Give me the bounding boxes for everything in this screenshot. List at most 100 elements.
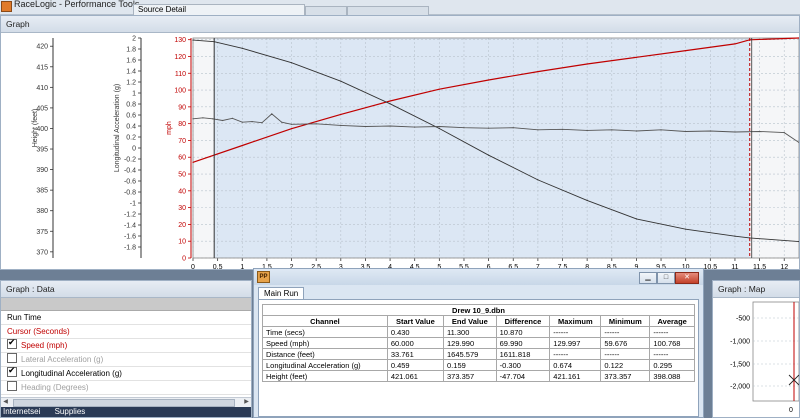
taskbar-item[interactable]: Internetsei	[3, 407, 40, 416]
taskbar: Internetsei Supplies	[1, 407, 251, 417]
y-tick-label: 50	[178, 172, 186, 179]
map-x-tick-label: 0	[789, 407, 793, 414]
series-point	[685, 228, 687, 230]
stats-cell: -47.704	[495, 370, 551, 382]
stats-cell: 398.088	[649, 370, 695, 382]
scroll-left-arrow-icon[interactable]: ◀	[1, 398, 10, 407]
graph-panel-title: Graph	[1, 16, 799, 33]
series-point	[709, 130, 711, 132]
data-horizontal-scrollbar[interactable]: ◀ ▶	[1, 397, 251, 407]
x-tick-label: 12	[780, 264, 788, 270]
series-point	[389, 100, 391, 102]
tab-hidden-1[interactable]	[305, 6, 347, 15]
map-y-tick-label: -1,000	[730, 339, 750, 346]
tab-source-detail[interactable]: Source Detail	[133, 4, 305, 15]
series-point	[271, 113, 273, 115]
data-channel-row[interactable]: Speed (mph)	[1, 336, 251, 353]
series-point	[212, 118, 214, 120]
channel-checkbox[interactable]	[7, 364, 17, 377]
stats-window: PP ▁ □ ✕ Main Run Drew 10_9.dbn Channel S…	[253, 268, 704, 418]
y-tick-label: 20	[178, 222, 186, 229]
data-channel-row[interactable]: Cursor (Seconds)	[1, 325, 251, 339]
series-point	[290, 62, 293, 64]
channel-checkbox[interactable]	[7, 381, 17, 391]
minimize-button[interactable]: ▁	[639, 272, 657, 284]
graph-map-title: Graph : Map	[713, 281, 799, 298]
series-point	[488, 79, 490, 81]
tab-hidden-2[interactable]	[347, 6, 429, 15]
y-tick-label: 30	[178, 205, 186, 212]
stats-cell: 10.870	[495, 326, 551, 338]
y-tick-label: 385	[36, 188, 48, 195]
series-point	[488, 127, 490, 129]
channel-label: Heading (Degrees)	[21, 383, 89, 392]
y-tick-label: 90	[178, 104, 186, 111]
y-tick-label: -0.4	[124, 168, 136, 175]
channel-label: Longitudinal Acceleration (g)	[21, 369, 122, 378]
series-point	[340, 124, 342, 126]
y-tick-label: -0.2	[124, 157, 136, 164]
stats-rows: Time (secs) 0.430 11.300 10.870 ------ ------…	[262, 326, 695, 382]
y-tick-label: 380	[36, 208, 48, 215]
y-tick-label: 80	[178, 121, 186, 128]
stats-cell: Distance (feet)	[262, 348, 388, 360]
stats-cell: ------	[600, 326, 651, 338]
series-point	[241, 121, 243, 123]
series-point	[389, 125, 391, 127]
y-tick-label: 10	[178, 239, 186, 246]
y-tick-label: 1.2	[126, 80, 136, 87]
y-tick-label: 40	[178, 188, 186, 195]
series-point	[635, 56, 638, 58]
stats-row: Longitudinal Acceleration (g) 0.459 0.159-…	[262, 359, 695, 371]
x-tick-label: 0.5	[213, 264, 223, 270]
map-chart[interactable]: -500 -1,000 -1,500 -2,000 0	[713, 298, 799, 418]
maximize-button[interactable]: □	[657, 272, 675, 284]
series-point	[222, 119, 224, 122]
tab-source-detail-label: Source Detail	[138, 5, 187, 14]
stats-cell: 33.761	[386, 348, 445, 360]
series-point	[660, 129, 662, 131]
stats-cell: 0.295	[649, 359, 695, 371]
data-channel-row[interactable]: Heading (Degrees)	[1, 381, 251, 395]
graph-chart[interactable]: 0 0.5 1 1.5 2 2.5 3 3.5 4 4.5 5 5.5 6 6.5 7 7.5 8 8.5 9 9.5…	[1, 33, 799, 270]
data-channel-row[interactable]: Lateral Acceleration (g)	[1, 353, 251, 367]
stats-cell: Speed (mph)	[262, 337, 388, 349]
stats-window-titlebar[interactable]: PP ▁ □ ✕	[254, 269, 703, 285]
x-tick-label: 11	[731, 264, 738, 270]
y-tick-label: 1.8	[126, 47, 136, 54]
y-tick-label: 100	[174, 88, 186, 95]
series-point	[340, 113, 342, 115]
y-tick-label: 0.6	[126, 113, 136, 120]
series-point	[537, 71, 539, 73]
y-tick-label: -1.8	[124, 245, 136, 252]
series-point	[734, 235, 736, 237]
scroll-right-arrow-icon[interactable]: ▶	[242, 398, 251, 407]
stats-cell: 100.768	[649, 337, 695, 349]
taskbar-item[interactable]: Supplies	[55, 407, 86, 416]
scroll-thumb[interactable]	[13, 399, 235, 407]
y-tick-label: 0	[132, 146, 136, 153]
stats-cell: 69.990	[495, 337, 551, 349]
series-point	[783, 132, 785, 134]
series-point	[561, 128, 564, 130]
stats-cell: ------	[649, 326, 695, 338]
y-tick-label: 1.4	[126, 69, 136, 76]
channel-checkbox[interactable]	[7, 336, 17, 349]
data-channel-row[interactable]: Longitudinal Acceleration (g)	[1, 364, 251, 381]
y-axis-label: Height (feet)	[32, 109, 39, 148]
series-point	[414, 126, 416, 128]
stats-cell: 0.122	[600, 359, 651, 371]
x-tick-label: 10.5	[704, 264, 718, 270]
series-point	[364, 125, 366, 128]
close-button[interactable]: ✕	[675, 272, 699, 284]
stats-cell: 421.061	[386, 370, 445, 382]
data-channel-row[interactable]: Run Time	[1, 311, 251, 325]
series-point	[463, 127, 465, 129]
graph-data-panel: Graph : Data Run Time Cursor (Seconds) Spe…	[0, 280, 252, 418]
x-tick-label: 11.5	[753, 264, 766, 270]
series-point	[759, 130, 761, 133]
channel-checkbox[interactable]	[7, 353, 17, 363]
series-point	[438, 88, 440, 90]
stats-header-cell: Average	[649, 315, 695, 327]
series-point	[512, 127, 514, 129]
